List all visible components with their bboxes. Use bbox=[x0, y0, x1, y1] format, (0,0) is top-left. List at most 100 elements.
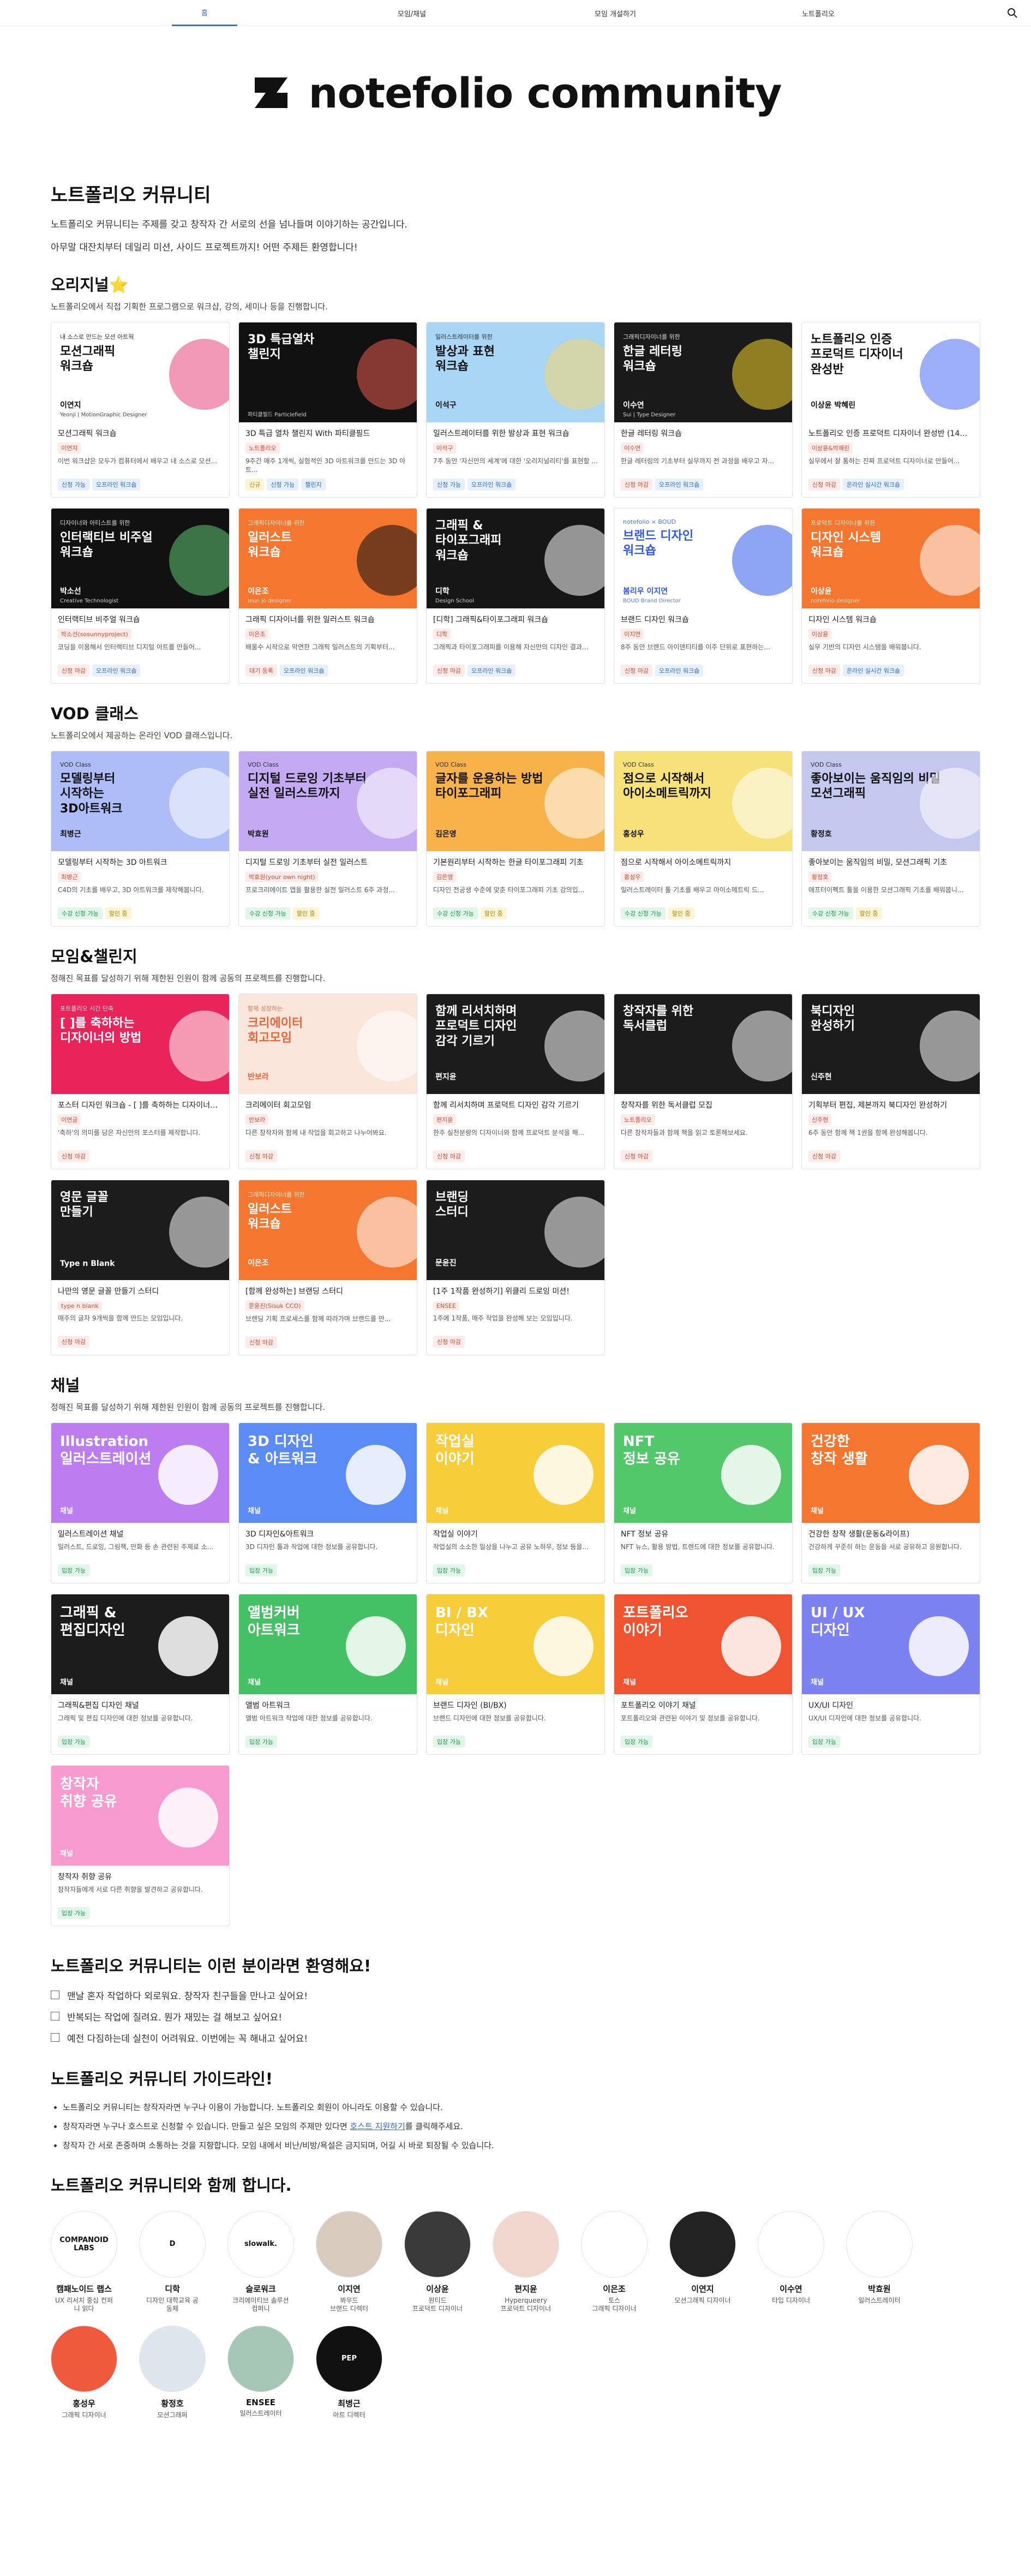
host-apply-link[interactable]: 호스트 지원하기 bbox=[350, 2121, 405, 2131]
vod-card[interactable]: VOD Class좋아보이는 움직임의 비밀 모션그래픽황정호좋아보이는 움직임… bbox=[801, 750, 980, 927]
original-card[interactable]: 일러스트레이터를 위한 발상과 표현 워크숍 이석구 일러스트레이터를 위한 발상과 … bbox=[426, 321, 605, 498]
moim-card[interactable]: 영문 글꼴 만들기 Type n Blank 나만의 영문 글꼴 만들기 스터디 ty… bbox=[51, 1179, 230, 1355]
original-card[interactable]: 3D 특급열차 챌린지 파티클필드 Particlefield 3D 특급 열차 챌… bbox=[238, 321, 417, 498]
partner-item[interactable]: D 디학 디자인 대학교육 공 동체 bbox=[139, 2210, 206, 2314]
partner-item[interactable]: 이은조 토스 그래픽 디자이너 bbox=[581, 2210, 648, 2314]
vod-card-title[interactable]: 디지털 드로잉 기초부터 실전 일러스트 bbox=[245, 857, 410, 868]
original-card-role: Ieun Jo designer bbox=[248, 597, 292, 604]
vod-card-title[interactable]: 점으로 시작해서 아이소메트릭까지 bbox=[621, 857, 786, 868]
channel-card-title[interactable]: 작업실 이야기 bbox=[433, 1528, 598, 1539]
vod-card-title[interactable]: 기본원리부터 시작하는 한글 타이포그래피 기초 bbox=[433, 857, 598, 868]
original-card-title[interactable]: 디자인 시스템 워크숍 bbox=[808, 614, 973, 625]
partner-item[interactable]: 편지윤 Hyperqueery 프로덕트 디자이너 bbox=[493, 2210, 559, 2314]
moim-card[interactable]: 북디자인 완성하기 신주현 기획부터 편집, 제본까지 북디자인 완성하기 신주현 6주… bbox=[801, 993, 980, 1169]
tab-notefolio[interactable]: 노트폴리오 bbox=[786, 0, 851, 26]
original-card-title[interactable]: 일러스트레이터를 위한 발상과 표현 워크숍 bbox=[433, 428, 598, 439]
channel-card-chips: 입장 가능 bbox=[808, 1564, 973, 1576]
channel-card-title[interactable]: 일러스트레이션 채널 bbox=[58, 1528, 223, 1539]
moim-card-title[interactable]: 함께 리서치하며 프로덕트 디자인 감각 기르기 bbox=[433, 1099, 598, 1110]
vod-card[interactable]: VOD Class 점으로 시작해서 아이소메트릭까지 홍성우 점으로 시작해서 아이… bbox=[614, 750, 793, 927]
channel-card-thumbnail: 건강한 창작 생활 채널 bbox=[802, 1423, 980, 1523]
channel-card-title[interactable]: NFT 정보 공유 bbox=[621, 1528, 786, 1539]
partner-item[interactable]: 박효원 일러스트레이터 bbox=[846, 2210, 913, 2314]
checkbox[interactable] bbox=[51, 2012, 59, 2021]
partner-item[interactable]: 이연지 모션그래픽 디자이너 bbox=[669, 2210, 736, 2314]
original-card[interactable]: 노트폴리오 인증 프로덕트 디자이너 완성반 이상윤 박혜린 노트폴리오 인증 프로… bbox=[801, 321, 980, 498]
vod-card[interactable]: VOD Class 모델링부터 시작하는 3D아트워크 최병근 모델링부터 시작하는 … bbox=[51, 750, 230, 927]
moim-card-title[interactable]: [1주 1작품 완성하기] 위클리 드로잉 미션! bbox=[433, 1286, 598, 1296]
tab-create-moim[interactable]: 모임 개설하기 bbox=[583, 0, 648, 26]
moim-card-title[interactable]: 나만의 영문 글꼴 만들기 스터디 bbox=[58, 1286, 223, 1296]
checkbox[interactable] bbox=[51, 1991, 59, 2000]
original-card[interactable]: 그래픽 & 타이포그래피 워크숍 디학 Design School [디학] 그래픽&… bbox=[426, 507, 605, 684]
channel-card[interactable]: 창작자 취향 공유 채널 창작자 취향 공유 창작자들에게 서로 다른 취향을 발견하… bbox=[51, 1765, 230, 1926]
channel-card-title[interactable]: 건강한 창작 생활(운동&라이프) bbox=[808, 1528, 973, 1539]
original-card-title[interactable]: 인터랙티브 비주얼 워크숍 bbox=[58, 614, 223, 625]
vod-card[interactable]: VOD Class 글자를 운용하는 방법 타이포그래피 김은영 기본원리부터 시작하… bbox=[426, 750, 605, 927]
checkbox[interactable] bbox=[51, 2033, 59, 2042]
vod-card-title[interactable]: 좋아보이는 움직임의 비밀, 모션그래픽 기초 bbox=[808, 857, 973, 868]
channel-card[interactable]: Illustration 일러스트레이션 채널 일러스트레이션 채널 일러스트, 드로… bbox=[51, 1422, 230, 1583]
search-icon[interactable] bbox=[1007, 8, 1018, 19]
moim-card-title[interactable]: 크리에이터 회고모임 bbox=[245, 1099, 410, 1110]
original-card-title[interactable]: [디학] 그래픽&타이포그래피 워크숍 bbox=[433, 614, 598, 625]
channel-card-title[interactable]: 3D 디자인&아트워크 bbox=[245, 1528, 410, 1539]
channel-card[interactable]: UI / UX 디자인 채널 UX/UI 디자인 UX/UI 디자인에 대한 정보를 … bbox=[801, 1593, 980, 1755]
partner-item[interactable]: 이상윤 원티드 프로덕트 디자이너 bbox=[404, 2210, 471, 2314]
original-card-title[interactable]: 그래픽 디자이너를 위한 일러스트 워크숍 bbox=[245, 614, 410, 625]
original-card[interactable]: 디자이너와 아티스트를 위한 인터랙티브 비주얼 워크숍 박소선 Creative T… bbox=[51, 507, 230, 684]
channel-card-title[interactable]: 앨범 아트워크 bbox=[245, 1700, 410, 1711]
moim-card-title[interactable]: 포스터 디자인 워크숍 - [ ]를 축하하는 디자이너의 방법 bbox=[58, 1099, 223, 1110]
channel-card[interactable]: 작업실 이야기 채널 작업실 이야기 작업실의 소소한 일상을 나누고 공유 노하우,… bbox=[426, 1422, 605, 1583]
partner-item[interactable]: 홍성우 그래픽 디자이너 bbox=[51, 2325, 117, 2420]
vod-card-title[interactable]: 모델링부터 시작하는 3D 아트워크 bbox=[58, 857, 223, 868]
original-card-kicker: 그래픽디자이너를 위한 bbox=[623, 333, 680, 340]
channel-card-title[interactable]: UX/UI 디자인 bbox=[808, 1700, 973, 1711]
channel-card-title[interactable]: 포트폴리오 이야기 채널 bbox=[621, 1700, 786, 1711]
channel-card-title[interactable]: 창작자 취향 공유 bbox=[58, 1871, 223, 1882]
original-card-title[interactable]: 3D 특급 열차 챌린지 With 파티클필드 bbox=[245, 428, 410, 439]
moim-card[interactable]: 함께 리서치하며 프로덕트 디자인 감각 기르기 편지윤 함께 리서치하며 프로덕트… bbox=[426, 993, 605, 1169]
tab-moim-channel[interactable]: 모임/채널 bbox=[379, 0, 445, 26]
channel-card[interactable]: 포트폴리오 이야기 채널 포트폴리오 이야기 채널 포트폴리오와 관련된 이야기 및 … bbox=[614, 1593, 793, 1755]
partner-item[interactable]: slowalk. 슬로워크 크리에이티브 솔루션 컴퍼니 bbox=[227, 2210, 294, 2314]
original-card[interactable]: notefolio × BOUD 브랜드 디자인 워크숍 봄리우 이지연 BOUD B… bbox=[614, 507, 793, 684]
original-card[interactable]: 프로덕트 디자이너를 위한 디자인 시스템 워크숍 이상윤 notefolio des… bbox=[801, 507, 980, 684]
channel-card[interactable]: 그래픽 & 편집디자인 채널 그래픽&편집 디자인 채널 그래픽 및 편집 디자인에 … bbox=[51, 1593, 230, 1755]
tab-home[interactable]: 홈 bbox=[172, 0, 237, 26]
partner-item[interactable]: ENSEE 일러스트레이터 bbox=[227, 2325, 294, 2420]
moim-card[interactable]: 함께 성장하는 크리에이터 회고모임 반보라 크리에이터 회고모임 반보라 다른 창작자와… bbox=[238, 993, 417, 1169]
partner-item[interactable]: COMPANOID LABS 캠패노이드 랩스 UX 리서치 중심 컨퍼 니 읽다 bbox=[51, 2210, 117, 2314]
moim-card-title[interactable]: 창작자를 위한 독서클럽 모집 bbox=[621, 1099, 786, 1110]
partner-item[interactable]: 황정호 모션그래퍼 bbox=[139, 2325, 206, 2420]
channel-card-title[interactable]: 그래픽&편집 디자인 채널 bbox=[58, 1700, 223, 1711]
original-card[interactable]: 그래픽디자이너를 위한 일러스트 워크숍 이은조 Ieun Jo designer 그래… bbox=[238, 507, 417, 684]
partner-item[interactable]: 이수연 타입 디자이너 bbox=[758, 2210, 824, 2314]
channel-card[interactable]: 건강한 창작 생활 채널 건강한 창작 생활(운동&라이프) 건강하게 꾸준히 하는 … bbox=[801, 1422, 980, 1583]
original-card[interactable]: 그래픽디자이너를 위한 한글 레터링 워크숍 이수연 Sui | Type Desig… bbox=[614, 321, 793, 498]
moim-card[interactable]: 창작자를 위한 독서클럽 창작자를 위한 독서클럽 모집 노트폴리오 다른 창작자들과… bbox=[614, 993, 793, 1169]
partner-item[interactable]: PEP 최병근 아트 디렉터 bbox=[316, 2325, 382, 2420]
channel-card[interactable]: BI / BX 디자인 채널 브랜드 디자인 (BI/BX) 브랜드 디자인에 대한 … bbox=[426, 1593, 605, 1755]
channel-card[interactable]: 앨범커버 아트워크 채널 앨범 아트워크 앨범 아트워크 작업에 대한 정보를 공유합… bbox=[238, 1593, 417, 1755]
channel-card-title[interactable]: 브랜드 디자인 (BI/BX) bbox=[433, 1700, 598, 1711]
partner-item[interactable]: 이지연 봐우드 브랜드 디렉터 bbox=[316, 2210, 382, 2314]
channel-card-body: UX/UI 디자인 UX/UI 디자인에 대한 정보를 공유합니다. 입장 가능 bbox=[802, 1694, 980, 1754]
moim-card-title[interactable]: 기획부터 편집, 제본까지 북디자인 완성하기 bbox=[808, 1099, 973, 1110]
moim-card[interactable]: 브랜딩 스터디 문윤진 [1주 1작품 완성하기] 위클리 드로잉 미션! ENSEE… bbox=[426, 1179, 605, 1355]
decoration-shape bbox=[534, 1616, 594, 1676]
moim-card-thumbnail: 브랜딩 스터디 문윤진 bbox=[427, 1180, 604, 1280]
moim-card-title[interactable]: [함께 완성하는] 브랜딩 스터디 bbox=[245, 1286, 410, 1296]
channel-card[interactable]: 3D 디자인 & 아트워크 채널 3D 디자인&아트워크 3D 디자인 툴과 작업에 … bbox=[238, 1422, 417, 1583]
original-card-title[interactable]: 모션그래픽 워크숍 bbox=[58, 428, 223, 439]
partner-desc: 토스 그래픽 디자이너 bbox=[592, 2296, 637, 2313]
moim-card[interactable]: 포트폴리오 시간 단축[ ]를 축하하는 디자이너의 방법 포스터 디자인 워크숍… bbox=[51, 993, 230, 1169]
original-card-title[interactable]: 한글 레터링 워크숍 bbox=[621, 428, 786, 439]
vod-card[interactable]: VOD Class 디지털 드로잉 기초부터 실전 일러스트까지 박효원 디지털 드로… bbox=[238, 750, 417, 927]
channel-card[interactable]: NFT 정보 공유 채널 NFT 정보 공유 NFT 뉴스, 활용 방법, 트렌드에 … bbox=[614, 1422, 793, 1583]
original-card[interactable]: 내 소스로 만드는 모션 아트웍 모션그래픽 워크숍 이연지 Yeonji | Mot… bbox=[51, 321, 230, 498]
original-card-desc: 실무 기반의 디자인 시스템을 배워봅니다. bbox=[808, 643, 921, 651]
original-card-title[interactable]: 브랜드 디자인 워크숍 bbox=[621, 614, 786, 625]
original-card-title[interactable]: 노트폴리오 인증 프로덕트 디자이너 완성반 (14주코스) bbox=[808, 428, 973, 439]
moim-card[interactable]: 그래픽디자이너를 위한 일러스트 워크숍 이은조 [함께 완성하는] 브랜딩 스터디 문… bbox=[238, 1179, 417, 1355]
